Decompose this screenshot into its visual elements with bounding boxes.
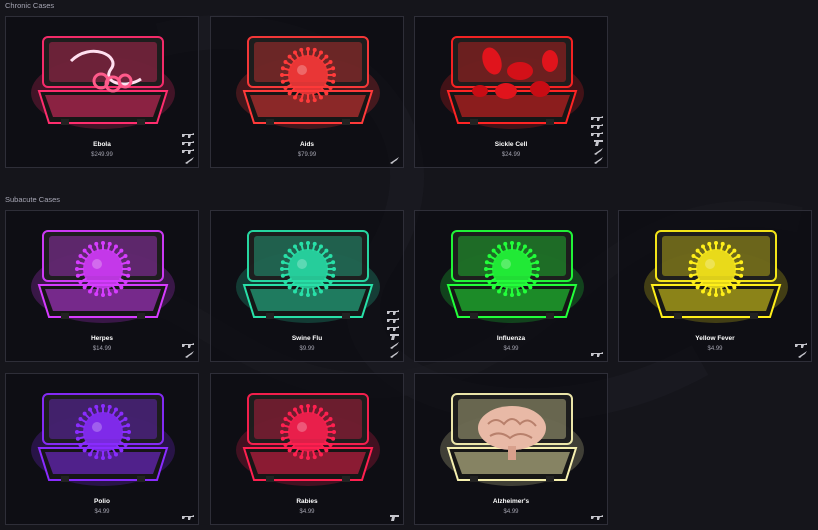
case-name: Aids <box>299 141 315 148</box>
case-image <box>236 225 380 323</box>
weapon-types <box>795 343 808 358</box>
case-card-swine-flu[interactable]: Swine Flu $9.99 <box>210 210 404 362</box>
virus-icon <box>280 404 336 460</box>
case-name: Yellow Fever <box>695 335 735 342</box>
case-card-ebola[interactable]: Ebola $249.99 <box>5 16 199 168</box>
case-price: $4.99 <box>94 509 110 515</box>
section-title-chronic: Chronic Cases <box>5 1 55 10</box>
rifle-icon <box>795 343 807 348</box>
case-price: $4.99 <box>503 509 519 515</box>
case-price: $4.99 <box>503 346 519 352</box>
case-name: Alzheimer's <box>492 498 530 505</box>
rifle-icon <box>591 132 603 137</box>
case-name: Polio <box>94 498 110 505</box>
case-card-alzheimers[interactable]: Alzheimer's $4.99 <box>414 373 608 525</box>
knife-icon <box>185 351 194 358</box>
case-name: Swine Flu <box>291 335 323 342</box>
weapon-types <box>390 157 400 164</box>
case-image <box>31 31 175 129</box>
weapon-types <box>182 133 195 164</box>
weapon-types <box>591 116 604 164</box>
weapon-types <box>591 352 604 358</box>
case-card-rabies[interactable]: Rabies $4.99 <box>210 373 404 525</box>
rifle-icon <box>387 318 399 323</box>
case-card-yellow-fever[interactable]: Yellow Fever $4.99 <box>618 210 812 362</box>
knife-icon <box>185 157 194 164</box>
case-image <box>440 31 584 129</box>
knife-icon <box>594 148 603 155</box>
case-name: Sickle Cell <box>494 141 528 148</box>
knife-icon <box>390 157 399 164</box>
case-price: $14.99 <box>92 346 112 352</box>
case-price: $4.99 <box>299 509 315 515</box>
case-card-polio[interactable]: Polio $4.99 <box>5 373 199 525</box>
case-price: $4.99 <box>707 346 723 352</box>
case-image <box>440 388 584 486</box>
virus-icon <box>75 404 131 460</box>
rifle-icon <box>182 343 194 348</box>
rifle-icon <box>387 326 399 331</box>
pistol-icon <box>594 140 603 146</box>
case-card-herpes[interactable]: Herpes $14.99 <box>5 210 199 362</box>
case-image <box>31 388 175 486</box>
case-name: Ebola <box>93 141 111 148</box>
case-card-influenza[interactable]: Influenza $4.99 <box>414 210 608 362</box>
case-name: Rabies <box>296 498 318 505</box>
case-image <box>236 388 380 486</box>
case-name: Herpes <box>90 335 114 342</box>
knife-icon <box>798 351 807 358</box>
case-price: $9.99 <box>299 346 315 352</box>
rifle-icon <box>591 124 603 129</box>
pistol-icon <box>390 334 399 340</box>
rifle-icon <box>387 310 399 315</box>
rifle-icon <box>182 149 194 154</box>
case-image <box>31 225 175 323</box>
weapon-types <box>387 310 400 358</box>
case-image <box>644 225 788 323</box>
section-title-subacute: Subacute Cases <box>5 195 61 204</box>
weapon-types <box>591 515 604 521</box>
virus-icon <box>75 241 131 297</box>
knife-icon <box>390 351 399 358</box>
rifle-icon <box>591 352 603 357</box>
knife-icon <box>390 342 399 349</box>
case-price: $24.99 <box>501 152 521 158</box>
rifle-icon <box>591 116 603 121</box>
weapon-types <box>182 515 195 521</box>
case-price: $79.99 <box>297 152 317 158</box>
weapon-types <box>390 515 400 521</box>
case-card-aids[interactable]: Aids $79.99 <box>210 16 404 168</box>
virus-icon <box>484 241 540 297</box>
case-card-sickle-cell[interactable]: Sickle Cell $24.99 <box>414 16 608 168</box>
case-price: $249.99 <box>91 152 113 158</box>
pistol-icon <box>390 515 399 521</box>
knife-icon <box>594 157 603 164</box>
rifle-icon <box>182 141 194 146</box>
virus-icon <box>688 241 744 297</box>
case-image <box>236 31 380 129</box>
virus-icon <box>280 241 336 297</box>
rifle-icon <box>182 515 194 520</box>
rifle-icon <box>182 133 194 138</box>
case-name: Influenza <box>496 335 526 342</box>
weapon-types <box>182 343 195 358</box>
case-image <box>440 225 584 323</box>
virus-icon <box>280 47 336 103</box>
rifle-icon <box>591 515 603 520</box>
